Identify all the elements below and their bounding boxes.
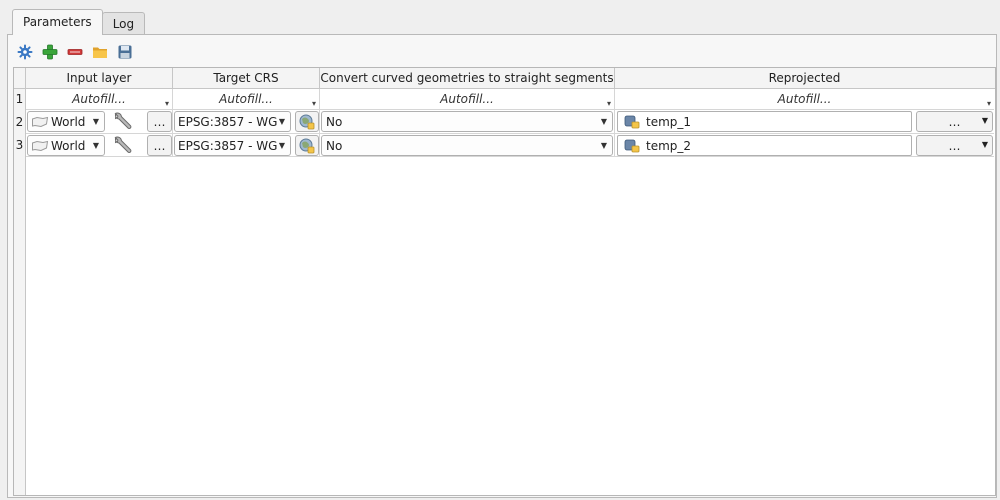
toolbar [16,43,134,61]
wrench-icon[interactable] [110,134,136,156]
chevron-down-icon: ▼ [600,141,607,150]
select-crs-button[interactable] [295,135,319,156]
autofill-label: Autofill... [777,92,832,106]
autofill-reprojected[interactable]: Autofill... ▾ [615,89,994,110]
select-crs-button[interactable] [295,111,319,132]
autofill-label: Autofill... [219,92,273,106]
browse-label: … [153,138,166,153]
dropdown-arrow-icon: ▾ [606,99,611,108]
row-header-gutter [14,157,26,495]
chevron-down-icon: ▼ [278,141,285,150]
settings-icon[interactable] [16,43,34,61]
corner-cell [14,68,26,88]
chevron-down-icon: ▼ [92,141,99,150]
output-browse-button[interactable]: … ▼ [916,135,993,156]
tab-log[interactable]: Log [101,12,146,35]
crs-globe-icon [299,138,315,153]
column-header-reprojected[interactable]: Reprojected [615,68,994,88]
input-layer-select[interactable]: World ▼ [27,111,105,132]
crs-globe-icon [299,114,315,129]
chevron-down-icon: ▼ [981,116,988,125]
remove-row-icon[interactable] [66,43,84,61]
chevron-down-icon: ▼ [92,117,99,126]
browse-label: … [948,114,961,129]
output-browse-button[interactable]: … ▼ [916,111,993,132]
target-crs-select[interactable]: EPSG:3857 - WG ▼ [174,135,291,156]
row-header-2[interactable]: 2 [14,110,26,135]
dropdown-arrow-icon: ▾ [164,99,169,108]
output-layer-field[interactable]: temp_1 [617,111,912,132]
target-crs-select[interactable]: EPSG:3857 - WG ▼ [174,111,291,132]
browse-label: … [153,114,166,129]
chevron-down-icon: ▼ [600,117,607,126]
row-header-3[interactable]: 3 [14,134,26,158]
column-header-row: Input layer Target CRS Convert curved ge… [14,68,995,89]
chevron-down-icon: ▼ [981,140,988,149]
parameters-panel: Input layer Target CRS Convert curved ge… [7,34,997,498]
autofill-target-crs[interactable]: Autofill... ▾ [173,89,320,110]
temporary-layer-icon [624,139,640,152]
autofill-label: Autofill... [440,92,494,106]
polygon-layer-icon [32,140,49,151]
autofill-convert-curved[interactable]: Autofill... ▾ [320,89,615,110]
temporary-layer-icon [624,115,640,128]
convert-curved-select[interactable]: No ▼ [321,135,613,156]
open-folder-icon[interactable] [91,43,109,61]
convert-curved-select[interactable]: No ▼ [321,111,613,132]
output-layer-field[interactable]: temp_2 [617,135,912,156]
chevron-down-icon: ▼ [278,117,285,126]
column-header-convert-curved[interactable]: Convert curved geometries to straight se… [320,68,615,88]
column-header-target-crs[interactable]: Target CRS [173,68,320,88]
convert-curved-value: No [326,138,343,153]
polygon-layer-icon [32,116,49,127]
batch-table: Input layer Target CRS Convert curved ge… [13,67,996,496]
convert-curved-value: No [326,114,343,129]
target-crs-value: EPSG:3857 - WG [178,138,278,153]
output-layer-value: temp_2 [646,138,692,153]
target-crs-value: EPSG:3857 - WG [178,114,278,129]
autofill-label: Autofill... [72,92,126,106]
dropdown-arrow-icon: ▾ [311,99,316,108]
autofill-input-layer[interactable]: Autofill... ▾ [26,89,173,110]
output-layer-value: temp_1 [646,114,692,129]
dropdown-arrow-icon: ▾ [986,99,991,108]
tab-bar: Parameters Log [12,9,146,35]
input-layer-select[interactable]: World ▼ [27,135,105,156]
add-row-icon[interactable] [41,43,59,61]
wrench-icon[interactable] [110,110,136,132]
browse-layer-button[interactable]: … [147,135,172,156]
input-layer-value: World [51,138,86,153]
input-layer-value: World [51,114,86,129]
row-header-1[interactable]: 1 [14,89,26,111]
browse-label: … [948,138,961,153]
browse-layer-button[interactable]: … [147,111,172,132]
save-icon[interactable] [116,43,134,61]
column-header-input-layer[interactable]: Input layer [26,68,173,88]
tab-parameters[interactable]: Parameters [12,9,103,35]
